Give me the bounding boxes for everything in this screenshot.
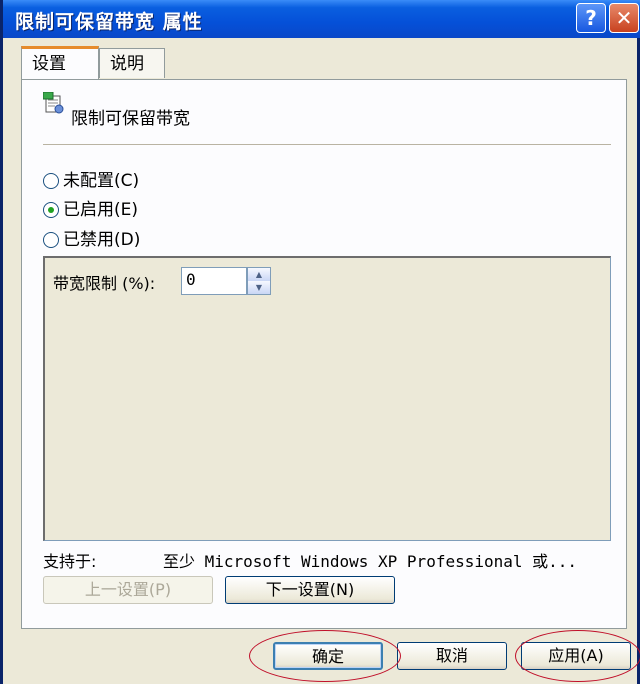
bandwidth-limit-label: 带宽限制 (%): [53, 274, 156, 293]
radio-label: 已启用(E) [63, 200, 139, 220]
apply-button[interactable]: 应用(A) [521, 642, 631, 670]
radio-circle[interactable] [43, 173, 59, 189]
radio-circle[interactable] [43, 202, 59, 218]
tab-explain-label: 说明 [110, 54, 144, 74]
dialog-window: 限制可保留带宽 属性 ? ✕ 设置 说明 限制可保留带宽 未配置(C) 已启用(… [0, 0, 640, 684]
spin-buttons[interactable]: ▲ ▼ [247, 267, 271, 295]
spin-down-icon[interactable]: ▼ [248, 281, 270, 294]
bandwidth-limit-value: 0 [186, 270, 196, 289]
radio-disabled[interactable]: 已禁用(D) [43, 229, 140, 251]
supported-on-value: 至少 Microsoft Windows XP Professional 或..… [163, 552, 578, 571]
radio-label: 未配置(C) [63, 171, 140, 191]
policy-name: 限制可保留带宽 [71, 109, 190, 129]
separator [43, 144, 611, 145]
policy-icon [43, 92, 64, 114]
radio-enabled[interactable]: 已启用(E) [43, 199, 138, 221]
help-button[interactable]: ? [576, 3, 606, 33]
ok-button[interactable]: 确定 [273, 642, 383, 670]
bandwidth-limit-input[interactable]: 0 [181, 267, 247, 295]
close-button[interactable]: ✕ [609, 3, 639, 33]
window-title: 限制可保留带宽 属性 [15, 11, 203, 33]
spin-up-icon[interactable]: ▲ [248, 268, 270, 281]
supported-on-label: 支持于: [43, 552, 97, 571]
radio-label: 已禁用(D) [63, 230, 141, 250]
tab-settings[interactable]: 设置 [21, 46, 99, 79]
options-box [43, 256, 611, 541]
radio-not-configured[interactable]: 未配置(C) [43, 170, 139, 192]
previous-setting-button[interactable]: 上一设置(P) [43, 576, 213, 604]
tab-settings-label: 设置 [32, 54, 66, 74]
radio-circle[interactable] [43, 232, 59, 248]
tab-explain[interactable]: 说明 [99, 48, 165, 78]
cancel-button[interactable]: 取消 [397, 642, 507, 670]
title-bar[interactable]: 限制可保留带宽 属性 ? ✕ [3, 0, 640, 38]
next-setting-button[interactable]: 下一设置(N) [225, 576, 395, 604]
